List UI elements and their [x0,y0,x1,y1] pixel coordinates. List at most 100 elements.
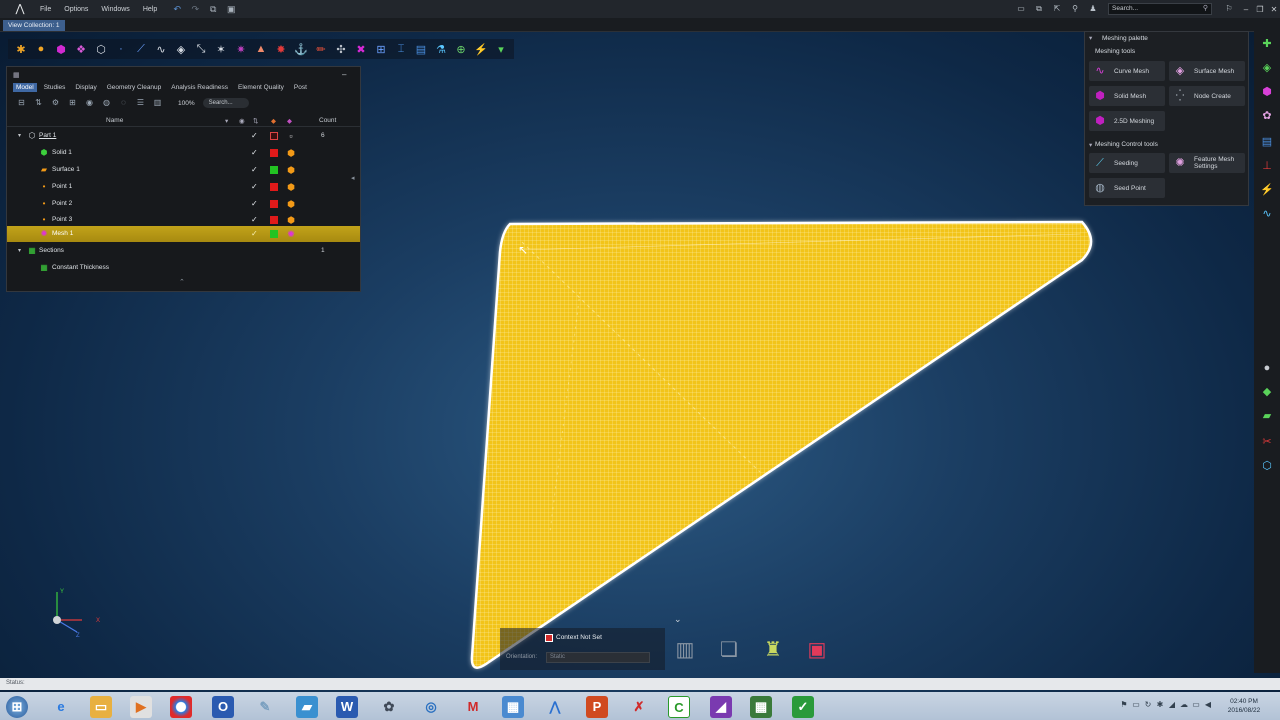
color-swatch[interactable] [270,166,278,174]
color-swatch[interactable] [270,216,278,224]
signal-icon[interactable]: ∿ [1259,207,1275,221]
browser-zoom[interactable]: 100% [178,100,195,107]
sync-icon[interactable]: ↻ [1142,700,1154,709]
acrobat-icon[interactable]: ✗ [628,696,650,718]
add-icon[interactable]: ✚ [1259,37,1275,51]
gimp-icon[interactable]: ✿ [378,696,400,718]
solid-tool-icon[interactable]: ⬢ [51,40,71,58]
view-cube-icon[interactable]: ⬡ [1259,459,1275,473]
line-tool-icon[interactable]: ⟋ [131,40,151,58]
solid-mesh-button[interactable]: ⬢ Solid Mesh [1089,86,1165,106]
panel-grip-icon[interactable]: ▦ [13,71,20,79]
monitor-icon[interactable]: ▦ [750,696,772,718]
tree-row-point-1[interactable]: • Point 1 ✓ ⬢ [7,179,360,195]
powerpoint-icon[interactable]: P [586,696,608,718]
window-layout-icon[interactable]: ⧉ [1033,4,1045,14]
node-create-button[interactable]: ⁛ Node Create [1169,86,1245,106]
color-swatch[interactable] [270,183,278,191]
filter-icon[interactable]: ⚲ [1069,4,1081,14]
settings-icon[interactable]: ⚙ [47,98,64,108]
visible-check[interactable]: ✓ [251,131,258,140]
global-search-input[interactable]: Search... ⚲ [1108,3,1212,15]
bluetooth-icon[interactable]: ✱ [1154,700,1166,709]
color-swatch[interactable] [270,149,278,157]
merge-tool-icon[interactable]: ✷ [231,40,251,58]
visible-check[interactable]: ✓ [251,199,258,208]
gmail-icon[interactable]: M [462,696,484,718]
export-icon[interactable]: ⇱ [1051,4,1063,14]
undo-icon[interactable]: ↶ [172,4,182,14]
study-tool-icon[interactable]: ▤ [411,40,431,58]
show-icon[interactable]: ◍ [98,98,115,108]
curve-tool-icon[interactable]: ∿ [151,40,171,58]
model-cube-icon[interactable]: ▣ [802,635,832,665]
hide-icon[interactable]: ◌ [115,98,132,108]
network-icon[interactable]: ◎ [420,696,442,718]
visual-studio-icon[interactable]: ◢ [710,696,732,718]
load-tool-icon[interactable]: ▲ [251,40,271,58]
copy-icon[interactable]: ⧉ [208,4,218,14]
visible-check[interactable]: ✓ [251,148,258,157]
volume-icon[interactable]: ◀ [1202,700,1214,709]
chart-icon[interactable]: ⊥ [1259,159,1275,173]
report-icon[interactable]: ❏ [714,635,744,665]
mesh-palette-icon[interactable]: ⬢ [1259,85,1275,99]
color-column-icon[interactable]: ◆ [271,117,276,125]
transform-tool-icon[interactable]: ⤡ [191,40,211,58]
media-player-icon[interactable]: ▶ [130,696,152,718]
post-tool-icon[interactable]: ▾ [491,40,511,58]
explorer-icon[interactable]: ▭ [90,696,112,718]
list-icon[interactable]: ☰ [132,98,149,108]
app-icon[interactable]: ▰ [296,696,318,718]
filter-icon[interactable]: ⊟ [13,98,30,108]
feature-mesh-settings-button[interactable]: ✺ Feature Mesh Settings [1169,153,1245,173]
column-count[interactable]: Count [319,117,336,124]
tree-row-mesh-1[interactable]: ✺ Mesh 1 ✓ ✺ [7,226,360,242]
tab-studies[interactable]: Studies [41,83,69,92]
signal-icon[interactable]: ◢ [1166,700,1178,709]
seed-point-button[interactable]: ◍ Seed Point [1089,178,1165,198]
panel-minimize-icon[interactable]: – [342,70,346,79]
geometry-tools-icon[interactable]: ✱ [11,40,31,58]
flag-icon[interactable]: ⚑ [1118,700,1130,709]
inspire-icon[interactable]: ⋀ [544,696,566,718]
material-icon[interactable]: ⬢ [286,182,296,192]
mesh-tool-icon[interactable]: ⬡ [91,40,111,58]
table-tool-icon[interactable]: ⊞ [371,40,391,58]
restore-icon[interactable]: ❐ [1254,5,1266,14]
menu-windows[interactable]: Windows [101,6,129,13]
search-icon[interactable]: ⚲ [1203,4,1208,14]
menu-options[interactable]: Options [64,6,88,13]
outlook-icon[interactable]: O [212,696,234,718]
analysis-tool-icon[interactable]: ⊕ [451,40,471,58]
app-logo-icon[interactable]: ⋀ [12,1,28,17]
material-icon[interactable]: ⬢ [286,148,296,158]
material-icon[interactable]: ✺ [286,229,296,239]
stack-icon[interactable]: ▰ [1259,409,1275,423]
chrome-icon[interactable] [170,696,192,718]
curve-mesh-button[interactable]: ∿ Curve Mesh [1089,61,1165,81]
results-tool-icon[interactable]: ⚡ [471,40,491,58]
start-button-icon[interactable]: ⊞ [6,696,28,718]
panel-collapse-icon[interactable]: ◂ [351,174,355,182]
calculator-icon[interactable]: ▦ [502,696,524,718]
sort-icon[interactable]: ⇅ [30,98,47,108]
expand-icon[interactable]: ▾ [18,247,21,254]
surface-mesh-button[interactable]: ◈ Surface Mesh [1169,61,1245,81]
menu-help[interactable]: Help [143,6,157,13]
solver-icon[interactable]: ▥ [670,635,700,665]
query-tool-icon[interactable]: ⚗ [431,40,451,58]
tab-post[interactable]: Post [291,83,310,92]
color-swatch[interactable] [270,230,278,238]
section-tool-icon[interactable]: ✏ [311,40,331,58]
palette-menu-icon[interactable]: ▾ [1089,34,1092,42]
delete-tool-icon[interactable]: ✖ [351,40,371,58]
column-name[interactable]: Name [106,117,123,124]
tab-geometry-cleanup[interactable]: Geometry Cleanup [104,83,165,92]
panel-resize-icon[interactable]: ⌃ [179,278,185,286]
tab-element-quality[interactable]: Element Quality [235,83,287,92]
table-icon[interactable]: ▤ [1259,135,1275,149]
visibility-icon[interactable]: ◉ [239,117,245,125]
columns-icon[interactable]: ▥ [149,98,166,108]
mesh-elements[interactable] [470,220,1093,669]
